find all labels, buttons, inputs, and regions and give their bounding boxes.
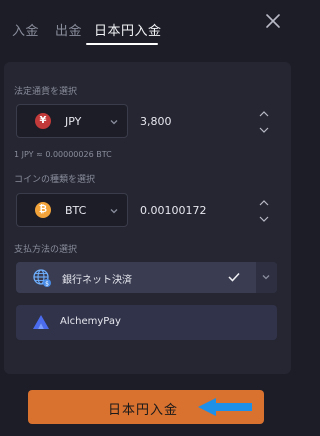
arrow-left-icon [198,398,252,416]
globe-icon: $ [33,269,51,288]
chevron-down-icon [262,275,270,280]
payment-method-alchemypay[interactable]: AlchemyPay [16,305,277,340]
chevron-down-icon [110,120,118,125]
payment-method-label: AlchemyPay [60,316,121,327]
active-tab-indicator [86,43,158,45]
fiat-currency-label: JPY [65,115,82,128]
tab-jpy-deposit[interactable]: 日本円入金 [94,20,162,39]
tab-withdraw[interactable]: 出金 [55,20,82,39]
coin-amount-input[interactable]: 0.00100172 [140,204,206,217]
payment-dropdown-toggle[interactable] [256,262,277,293]
svg-text:$: $ [45,281,49,288]
payment-method-label: 銀行ネット決済 [62,275,132,286]
tab-deposit[interactable]: 入金 [12,20,39,39]
fiat-section-label: 法定通貨を選択 [14,87,78,97]
coin-currency-label: BTC [65,204,87,217]
submit-button-label: 日本円入金 [107,403,178,418]
coin-select[interactable]: ₿ BTC [16,193,128,227]
coin-section-label: コインの種類を選択 [14,175,96,185]
coin-amount-stepper[interactable] [258,197,270,225]
check-icon [228,272,240,282]
jpy-icon: ¥ [35,113,51,129]
close-icon[interactable] [262,10,284,32]
chevron-down-icon [110,209,118,214]
fiat-currency-select[interactable]: ¥ JPY [16,104,128,138]
header-bar: 入金 出金 日本円入金 [0,0,296,48]
payment-section-label: 支払方法の選択 [14,245,78,255]
alchemypay-logo [33,315,49,329]
jpy-deposit-submit-button[interactable]: 日本円入金 [28,390,264,424]
fiat-amount-stepper[interactable] [258,108,270,136]
payment-method-bank[interactable]: $ 銀行ネット決済 [16,262,277,293]
fiat-amount-input[interactable]: 3,800 [140,115,172,128]
btc-icon: ₿ [35,202,51,218]
exchange-rate: 1 JPY ≈ 0.00000026 BTC [14,150,112,159]
deposit-panel: 法定通貨を選択 ¥ JPY 3,800 1 JPY ≈ 0.00000026 B… [4,62,291,374]
